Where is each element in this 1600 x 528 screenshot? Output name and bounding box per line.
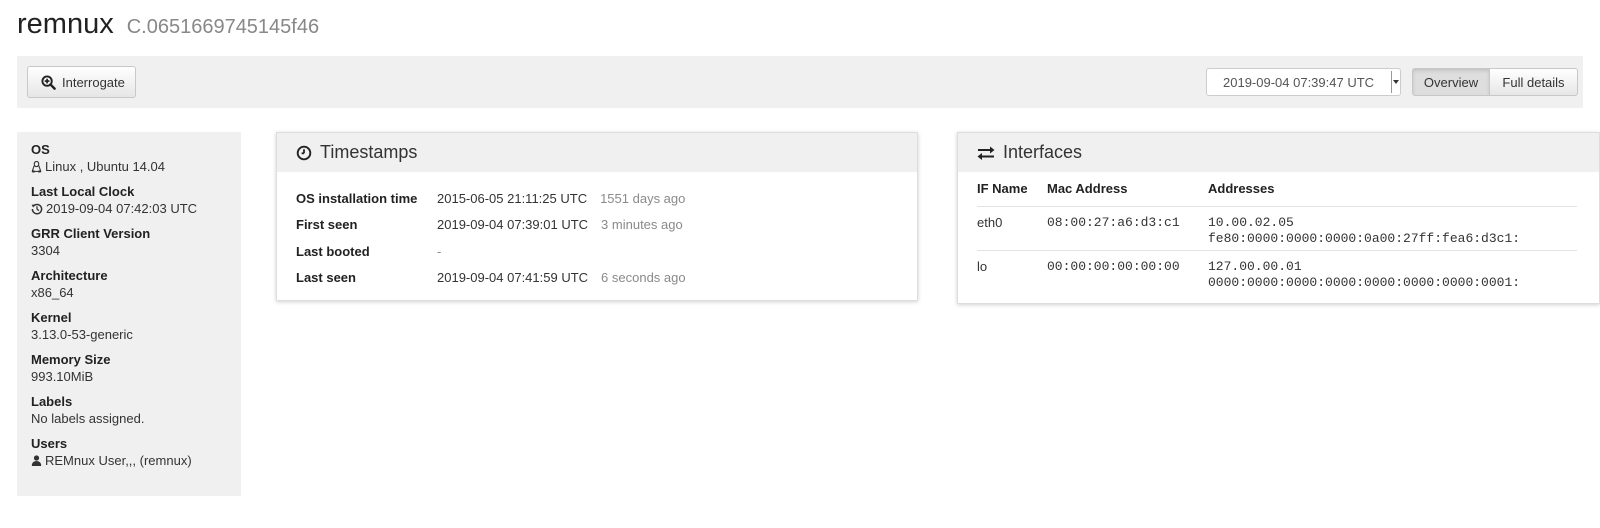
transfer-arrows-icon: [977, 146, 995, 160]
interface-name: eth0: [977, 215, 1003, 230]
mac-address: 08:00:27:a6:d3:c1: [1047, 215, 1180, 230]
sidebar-item-value: 2019-09-04 07:42:03 UTC: [46, 201, 198, 216]
sidebar-item-label: Labels: [31, 394, 73, 409]
page-title: remnux C.0651669745145f46: [17, 8, 319, 48]
sidebar-item-label: Last Local Clock: [31, 184, 135, 199]
sidebar-item-os: OS Linux , Ubuntu 14.04: [31, 142, 227, 175]
toolbar: Interrogate 2019-09-04 07:39:47 UTC Over…: [17, 56, 1583, 108]
timestamps-table: OS installation time 2015-06-05 21:11:25…: [296, 185, 686, 291]
sidebar-item-memory-size: Memory Size 993.10MiB: [31, 352, 227, 385]
timestamps-title: Timestamps: [320, 142, 418, 162]
sidebar-item-labels: Labels No labels assigned.: [31, 394, 227, 427]
sidebar-item-label: Architecture: [31, 268, 108, 283]
ip-address: 0000:0000:0000:0000:0000:0000:0000:0001:: [1208, 275, 1521, 290]
sidebar-item-grr-client-version: GRR Client Version 3304: [31, 226, 227, 259]
sidebar-item-last-local-clock: Last Local Clock 2019-09-04 07:42:03 UTC: [31, 184, 227, 217]
timestamp-relative: 3 minutes ago: [601, 217, 683, 233]
timestamp-value: 2015-06-05 21:11:25 UTC: [437, 190, 588, 206]
interfaces-table: IF Name Mac Address Addresses eth0 08:00…: [977, 181, 1577, 295]
zoom-in-icon: [41, 74, 56, 90]
addresses-cell: 10.00.02.05 fe80:0000:0000:0000:0a00:27f…: [1208, 215, 1577, 250]
ip-address: fe80:0000:0000:0000:0a00:27ff:fea6:d3c1:: [1208, 231, 1521, 246]
timestamp-value: 2019-09-04 07:41:59 UTC: [437, 270, 589, 286]
sidebar-item-value: 993.10MiB: [31, 369, 94, 384]
interface-name: lo: [977, 259, 988, 274]
sidebar-item-value: 3.13.0-53-generic: [31, 327, 133, 342]
timestamp-value: 2019-09-04 07:39:01 UTC: [437, 217, 589, 233]
linux-icon: [31, 160, 42, 173]
column-header: Addresses: [1208, 181, 1275, 196]
sidebar-item-value: No labels assigned.: [31, 411, 145, 426]
sidebar-item-label: OS: [31, 142, 50, 157]
sidebar-item-value: x86_64: [31, 285, 74, 300]
interfaces-panel-header: Interfaces: [958, 133, 1599, 172]
timestamps-panel: Timestamps OS installation time 2015-06-…: [276, 132, 918, 301]
table-row: OS installation time 2015-06-05 21:11:25…: [296, 185, 686, 212]
timestamp-value: -: [437, 243, 442, 259]
user-icon: [31, 455, 42, 466]
hostname: remnux: [17, 8, 114, 40]
history-icon: [31, 203, 43, 215]
sidebar-item-architecture: Architecture x86_64: [31, 268, 227, 301]
interfaces-title: Interfaces: [1003, 142, 1083, 162]
sidebar-item-value: Linux , Ubuntu 14.04: [45, 159, 165, 174]
table-row: eth0 08:00:27:a6:d3:c1 10.00.02.05 fe80:…: [977, 207, 1577, 251]
ip-address: 127.00.00.01: [1208, 259, 1302, 274]
table-header-row: IF Name Mac Address Addresses: [977, 181, 1577, 207]
full-details-button[interactable]: Full details: [1489, 68, 1578, 96]
timestamp-select[interactable]: 2019-09-04 07:39:47 UTC: [1206, 68, 1401, 96]
timestamp-label: First seen: [296, 217, 358, 233]
timestamp-label: OS installation time: [296, 190, 418, 206]
timestamp-relative: 6 seconds ago: [601, 270, 686, 286]
sidebar-item-label: GRR Client Version: [31, 226, 151, 241]
client-id: C.0651669745145f46: [126, 16, 320, 38]
timestamp-label: Last booted: [296, 243, 370, 259]
mac-address: 00:00:00:00:00:00: [1047, 259, 1180, 274]
table-row: lo 00:00:00:00:00:00 127.00.00.01 0000:0…: [977, 251, 1577, 295]
interrogate-label: Interrogate: [62, 74, 125, 90]
interfaces-panel: Interfaces IF Name Mac Address Addresses…: [957, 132, 1600, 304]
sidebar-item-label: Memory Size: [31, 352, 111, 367]
timestamp-select-value: 2019-09-04 07:39:47 UTC: [1223, 74, 1375, 90]
column-header: IF Name: [977, 181, 1028, 196]
sidebar-item-value-row: Linux , Ubuntu 14.04: [31, 158, 227, 175]
sidebar-item-label: Kernel: [31, 310, 72, 325]
overview-button[interactable]: Overview: [1412, 68, 1490, 96]
sidebar-item-label: Users: [31, 436, 68, 451]
timestamp-label: Last seen: [296, 270, 356, 286]
timestamp-relative: 1551 days ago: [600, 190, 686, 206]
table-row: Last booted -: [296, 238, 686, 265]
sidebar-item-value: REMnux User,,, (remnux): [45, 453, 192, 468]
interrogate-button[interactable]: Interrogate: [27, 66, 136, 98]
column-header: Mac Address: [1047, 181, 1128, 196]
sidebar-item-value-row: 2019-09-04 07:42:03 UTC: [31, 200, 227, 217]
sidebar-item-kernel: Kernel 3.13.0-53-generic: [31, 310, 227, 343]
sidebar-item-users: Users REMnux User,,, (remnux): [31, 436, 227, 469]
ip-address: 10.00.02.05: [1208, 215, 1294, 230]
table-row: First seen 2019-09-04 07:39:01 UTC 3 min…: [296, 212, 686, 239]
caret-down-icon: [1391, 71, 1400, 93]
timestamps-panel-header: Timestamps: [277, 133, 917, 172]
clock-icon: [296, 145, 312, 161]
table-row: Last seen 2019-09-04 07:41:59 UTC 6 seco…: [296, 265, 686, 292]
client-summary-sidebar: OS Linux , Ubuntu 14.04 Last Local Clock…: [17, 132, 241, 496]
sidebar-item-value: 3304: [31, 243, 60, 258]
sidebar-item-value-row: REMnux User,,, (remnux): [31, 452, 227, 469]
addresses-cell: 127.00.00.01 0000:0000:0000:0000:0000:00…: [1208, 259, 1577, 295]
